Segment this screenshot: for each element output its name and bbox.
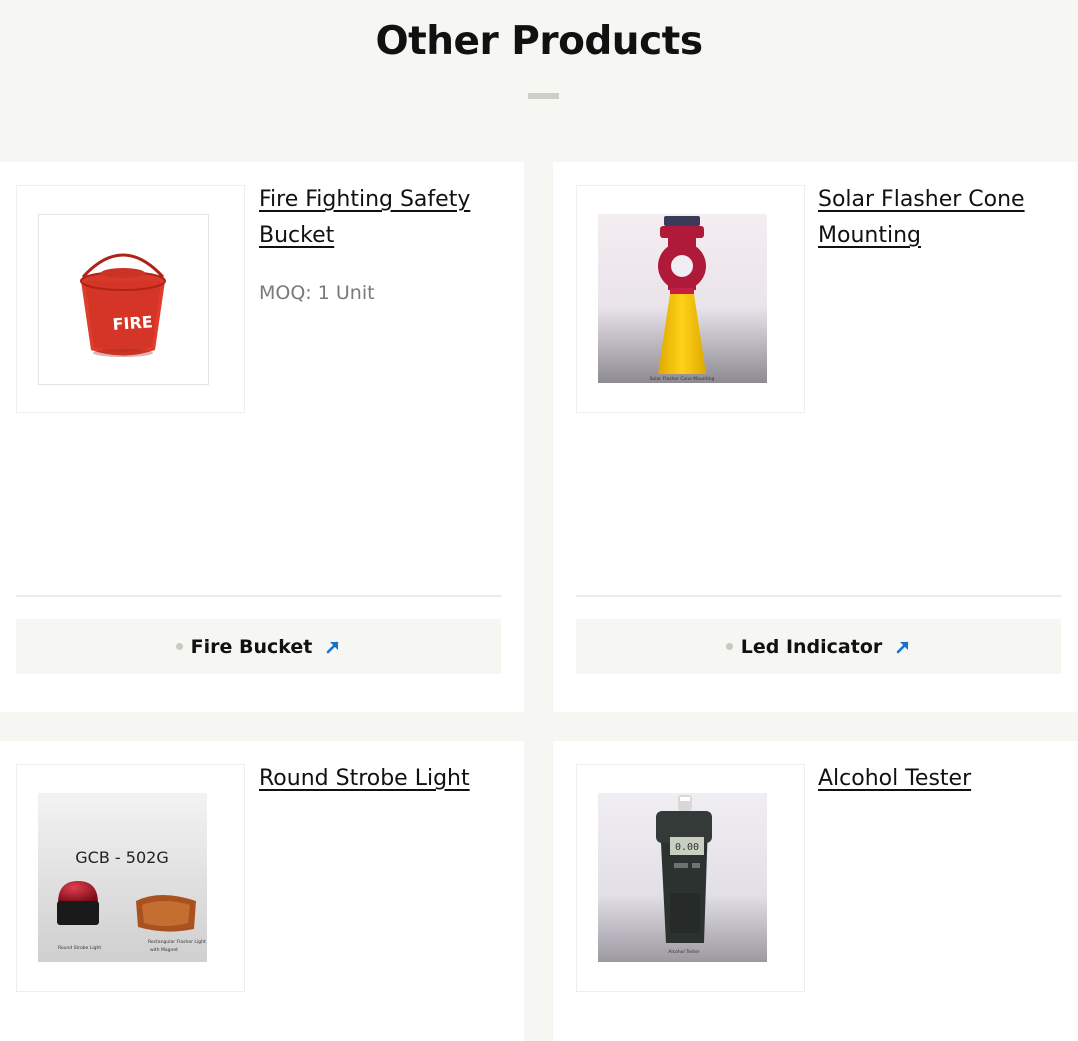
svg-text:0.00: 0.00	[675, 842, 699, 853]
section-title: Other Products	[375, 19, 703, 64]
image-caption-left: Round Strobe Light	[58, 945, 101, 951]
category-chip[interactable]: Led Indicator	[576, 619, 1061, 674]
product-card: GCB - 502G Round Strobe Light Rectangula…	[0, 741, 524, 1041]
svg-text:FIRE: FIRE	[112, 312, 153, 334]
image-model-text: GCB - 502G	[75, 848, 168, 867]
arrow-up-right-icon	[324, 638, 341, 655]
fire-bucket-image[interactable]: FIRE	[38, 214, 209, 385]
product-thumbnail-frame[interactable]: Solar Flasher Cone Mounting	[576, 185, 805, 413]
category-label: Led Indicator	[740, 635, 883, 658]
moq-text: MOQ: 1 Unit	[259, 282, 375, 304]
product-link[interactable]: Alcohol Tester	[818, 761, 1058, 797]
bullet-dot	[175, 643, 183, 650]
product-card: Solar Flasher Cone Mounting Solar Flashe…	[553, 162, 1078, 712]
category-label: Fire Bucket	[190, 635, 313, 658]
alcohol-tester-image[interactable]: 0.00 Alcohol Tester	[598, 793, 767, 962]
image-caption-right: Rectangular Flasher Light	[148, 939, 206, 945]
arrow-up-right-icon	[894, 638, 911, 655]
solar-flasher-cone-image[interactable]: Solar Flasher Cone Mounting	[598, 214, 767, 383]
round-strobe-light-image[interactable]: GCB - 502G Round Strobe Light Rectangula…	[38, 793, 207, 962]
product-link[interactable]: Round Strobe Light	[259, 761, 499, 797]
card-divider	[16, 595, 502, 597]
product-thumbnail-frame[interactable]: 0.00 Alcohol Tester	[576, 764, 805, 992]
product-card: FIRE Fire Fighting Safety Bucket MOQ: 1 …	[0, 162, 524, 712]
bullet-dot	[725, 643, 733, 650]
product-thumbnail-frame[interactable]: FIRE	[16, 185, 245, 413]
category-chip[interactable]: Fire Bucket	[16, 619, 501, 674]
title-divider	[528, 93, 559, 99]
product-link[interactable]: Fire Fighting Safety Bucket	[259, 182, 499, 254]
image-caption: Alcohol Tester	[668, 949, 699, 955]
product-link[interactable]: Solar Flasher Cone Mounting	[818, 182, 1058, 254]
product-card: 0.00 Alcohol Tester Alcohol Tester	[553, 741, 1078, 1041]
image-caption: Solar Flasher Cone Mounting	[650, 376, 715, 382]
card-divider	[576, 595, 1062, 597]
image-caption-right-2: with Magnet	[150, 947, 178, 953]
product-thumbnail-frame[interactable]: GCB - 502G Round Strobe Light Rectangula…	[16, 764, 245, 992]
